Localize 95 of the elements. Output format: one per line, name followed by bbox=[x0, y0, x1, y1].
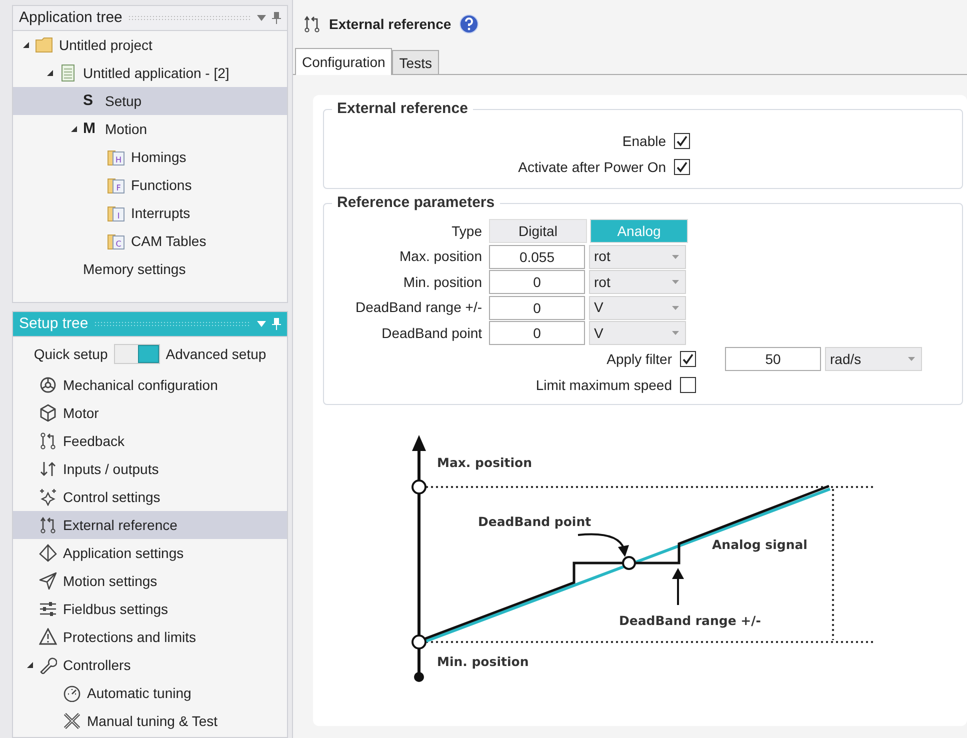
segment-button[interactable]: Digital bbox=[489, 219, 587, 243]
max-position-point bbox=[412, 480, 426, 494]
unit-dropdown[interactable]: rot bbox=[589, 270, 686, 294]
send-icon bbox=[39, 572, 57, 590]
tree-item[interactable]: Feedback bbox=[13, 427, 287, 455]
diagram-label: Max. position bbox=[437, 455, 532, 470]
tree-item[interactable]: Controllers bbox=[13, 651, 287, 679]
unit-dropdown[interactable]: V bbox=[589, 296, 686, 320]
tree-item[interactable]: Mechanical configuration bbox=[13, 371, 287, 399]
mode-label: Quick setup bbox=[34, 344, 108, 364]
value-field[interactable]: 0 bbox=[489, 270, 585, 294]
field-label: Type bbox=[450, 222, 483, 241]
panel-title: Application tree bbox=[19, 8, 122, 28]
tree-item[interactable]: Fieldbus settings bbox=[13, 595, 287, 623]
tree-item[interactable]: Application settings bbox=[13, 539, 287, 567]
pyramid-icon bbox=[39, 544, 57, 562]
tree-item[interactable]: M Motion bbox=[13, 115, 287, 143]
folder-icon bbox=[35, 36, 53, 54]
dropdown-icon bbox=[672, 280, 679, 284]
mode-switch[interactable] bbox=[114, 344, 160, 364]
dropdown-icon[interactable] bbox=[257, 15, 266, 21]
field-label: Min. position bbox=[402, 272, 483, 292]
tree-item[interactable]: Untitled application - [2] bbox=[13, 59, 287, 87]
up-arrow bbox=[672, 568, 684, 605]
tree-item[interactable]: Motor bbox=[13, 399, 287, 427]
unit-dropdown[interactable]: rot bbox=[589, 244, 686, 269]
diagram-label: Analog signal bbox=[712, 537, 808, 552]
tab[interactable]: Configuration bbox=[295, 48, 392, 75]
checkbox[interactable] bbox=[674, 133, 690, 149]
diagram-label: DeadBand point bbox=[478, 514, 592, 529]
tree-item[interactable]: Motion settings bbox=[13, 567, 287, 595]
deadband-point bbox=[622, 556, 636, 570]
tree-item[interactable]: Untitled project bbox=[13, 31, 287, 59]
check-label: Limit maximum speed bbox=[534, 376, 673, 395]
wrench-icon bbox=[39, 656, 57, 674]
dropdown-icon bbox=[672, 254, 679, 259]
dropdown-icon bbox=[672, 331, 679, 336]
panel-title: Setup tree bbox=[19, 314, 88, 334]
curved-arrow bbox=[578, 533, 629, 557]
tree-glyph: S bbox=[83, 90, 94, 111]
tree-item[interactable]: Automatic tuning bbox=[13, 679, 287, 707]
cube-icon bbox=[39, 404, 57, 422]
pin-icon[interactable] bbox=[272, 12, 281, 24]
expander-icon[interactable] bbox=[69, 124, 79, 134]
tree-item[interactable]: H Homings bbox=[13, 143, 287, 171]
mode-label: Advanced setup bbox=[166, 344, 266, 364]
tree-item[interactable]: Control settings bbox=[13, 483, 287, 511]
dropdown-icon bbox=[672, 306, 679, 310]
field-label: DeadBand range +/- bbox=[354, 298, 483, 318]
unit-dropdown[interactable]: rad/s bbox=[825, 347, 922, 371]
dropdown-icon bbox=[908, 357, 915, 361]
value-field[interactable]: 0 bbox=[489, 296, 585, 320]
value-field[interactable]: 50 bbox=[725, 347, 821, 371]
tree-item[interactable]: Protections and limits bbox=[13, 623, 287, 651]
warning-icon bbox=[39, 628, 57, 646]
page-title: External reference bbox=[329, 14, 452, 34]
gear-icon bbox=[39, 376, 57, 394]
checkbox[interactable] bbox=[674, 159, 690, 175]
field-label: DeadBand point bbox=[380, 324, 483, 343]
tab[interactable]: Tests bbox=[392, 50, 439, 74]
route-icon bbox=[39, 516, 57, 534]
group-title: Reference parameters bbox=[332, 193, 500, 213]
expander-icon[interactable] bbox=[45, 68, 55, 78]
value-field[interactable]: 0 bbox=[489, 321, 585, 346]
sliders-icon bbox=[39, 600, 57, 618]
up-down-arrows-icon bbox=[39, 460, 57, 478]
tree-item[interactable]: F Functions bbox=[13, 171, 287, 199]
tree-item[interactable]: S Setup bbox=[13, 87, 287, 115]
min-position-point bbox=[412, 634, 426, 650]
tools-icon bbox=[63, 712, 81, 730]
checkbox[interactable] bbox=[680, 377, 696, 393]
tree-item[interactable]: Manual tuning & Test bbox=[13, 707, 287, 735]
check-label: Apply filter bbox=[606, 350, 673, 369]
tree-glyph: M bbox=[83, 118, 96, 139]
gauge-icon bbox=[63, 684, 81, 702]
value-field[interactable]: 0.055 bbox=[489, 244, 585, 269]
tree-item[interactable]: Inputs / outputs bbox=[13, 455, 287, 483]
route-icon bbox=[303, 15, 321, 33]
checkbox[interactable] bbox=[680, 351, 696, 367]
diagram-label: DeadBand range +/- bbox=[619, 613, 761, 628]
notebook-icon bbox=[59, 64, 77, 82]
help-icon[interactable] bbox=[459, 14, 480, 34]
expander-icon[interactable] bbox=[21, 40, 31, 50]
tree-item[interactable]: External reference bbox=[13, 511, 287, 539]
expander-icon[interactable] bbox=[25, 660, 35, 670]
unit-dropdown[interactable]: V bbox=[589, 321, 686, 346]
diagram-label: Min. position bbox=[437, 654, 529, 669]
tree-item[interactable]: I Interrupts bbox=[13, 199, 287, 227]
sparkle-icon bbox=[39, 488, 57, 506]
check-label: Enable bbox=[621, 132, 667, 150]
field-label: Max. position bbox=[398, 247, 483, 266]
tree-item[interactable]: C CAM Tables bbox=[13, 227, 287, 255]
tree-item[interactable]: Memory settings bbox=[13, 255, 287, 283]
loop-arrows-icon bbox=[39, 432, 57, 450]
check-label: Activate after Power On bbox=[517, 158, 667, 176]
